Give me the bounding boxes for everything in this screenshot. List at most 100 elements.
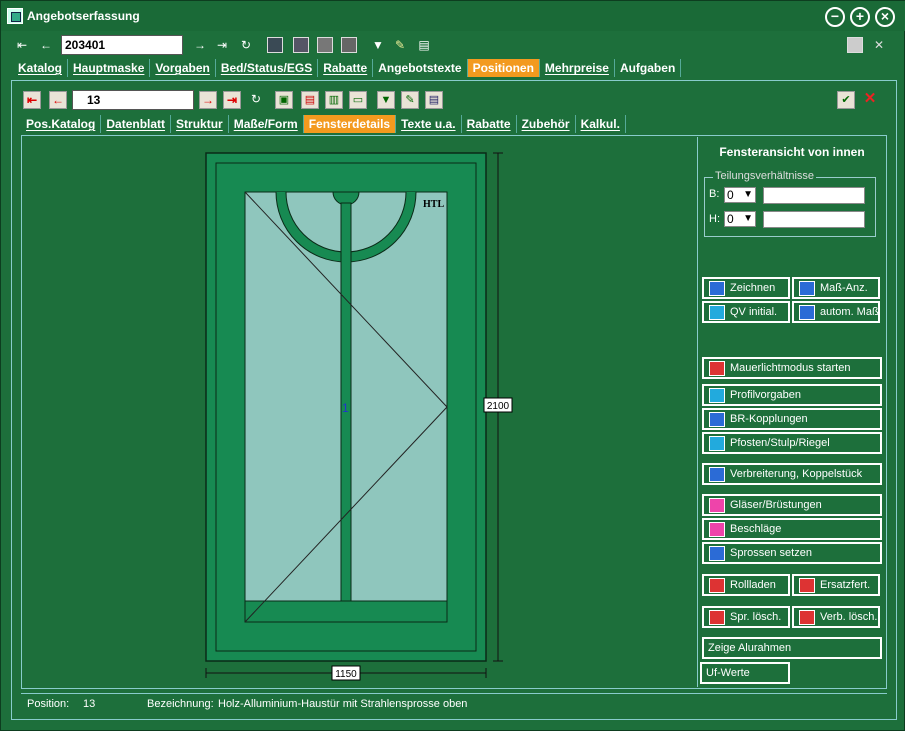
profilvorgaben-button[interactable]: Profilvorgaben: [702, 384, 882, 406]
tab-pos-katalog[interactable]: Pos.Katalog: [21, 115, 102, 133]
h-select-value: 0: [727, 212, 734, 226]
mass-anz-button[interactable]: Maß-Anz.: [792, 277, 880, 299]
filter-icon[interactable]: ▼: [371, 37, 385, 53]
sub-tab-bar: Pos.Katalog Datenblatt Struktur Maße/For…: [21, 115, 626, 133]
last-record-icon[interactable]: ⇥: [215, 37, 229, 53]
width-label: 1150: [335, 669, 357, 680]
transom-bar: [244, 600, 448, 623]
h-ratio-input[interactable]: [763, 211, 865, 228]
ersatzfert-button[interactable]: Ersatzfert.: [792, 574, 880, 596]
folder-position-icon[interactable]: ▭: [349, 91, 367, 109]
print-icon[interactable]: ▤: [417, 37, 431, 53]
refresh-position-icon[interactable]: ↻: [249, 91, 263, 107]
sprossen-button[interactable]: Sprossen setzen: [702, 542, 882, 564]
division-ratio-group: Teilungsverhältnisse B: 0 ▼ H: 0 ▼: [704, 170, 876, 237]
minimize-button[interactable]: −: [825, 7, 845, 27]
autom-mass-button[interactable]: autom. Maß: [792, 301, 880, 323]
maximize-button[interactable]: +: [850, 7, 870, 27]
tab-zubehoer[interactable]: Zubehör: [517, 115, 576, 133]
last-position-icon[interactable]: ⇥: [223, 91, 241, 109]
first-record-icon[interactable]: ⇤: [15, 37, 29, 53]
muntin-icon: [709, 546, 725, 561]
tab-fensterdetails[interactable]: Fensterdetails: [303, 115, 397, 133]
edit-filter-icon[interactable]: ✎: [393, 37, 407, 53]
tab-positionen[interactable]: Positionen: [467, 59, 540, 77]
confirm-icon[interactable]: ✔: [837, 91, 855, 109]
hardware-icon: [709, 522, 725, 537]
tab-katalog[interactable]: Katalog: [13, 59, 69, 77]
chevron-down-icon: ▼: [743, 189, 753, 200]
duplicate-icon[interactable]: [317, 37, 333, 53]
b-select[interactable]: 0 ▼: [724, 187, 756, 203]
pfosten-button[interactable]: Pfosten/Stulp/Riegel: [702, 432, 882, 454]
tab-rabatte-pos[interactable]: Rabatte: [462, 115, 517, 133]
tab-mehrpreise[interactable]: Mehrpreise: [540, 59, 615, 77]
tools-icon[interactable]: ✕: [871, 37, 887, 53]
verb-loesch-button[interactable]: Verb. lösch.: [792, 606, 880, 628]
glaeser-button[interactable]: Gläser/Brüstungen: [702, 494, 882, 516]
position-number-field[interactable]: 13: [72, 90, 194, 110]
chevron-down-icon: ▼: [743, 213, 753, 224]
app-icon: [7, 8, 23, 24]
edit-filter-position-icon[interactable]: ✎: [401, 91, 419, 109]
print-position-icon[interactable]: ▤: [425, 91, 443, 109]
next-record-icon[interactable]: →: [193, 37, 207, 53]
window-title: Angebotserfassung: [27, 9, 140, 23]
br-kopplungen-button[interactable]: BR-Kopplungen: [702, 408, 882, 430]
first-position-icon[interactable]: ⇤: [23, 91, 41, 109]
folder-icon[interactable]: [341, 37, 357, 53]
coupling-icon: [709, 412, 725, 427]
beschlaege-button[interactable]: Beschläge: [702, 518, 882, 540]
tab-masse-form[interactable]: Maße/Form: [229, 115, 304, 133]
tab-aufgaben[interactable]: Aufgaben: [615, 59, 682, 77]
uf-werte-button[interactable]: Uf-Werte: [700, 662, 790, 684]
b-ratio-input[interactable]: [763, 187, 865, 204]
delete-extension-icon: [799, 610, 815, 625]
qv-initial-button[interactable]: QV initial.: [702, 301, 790, 323]
zeichnen-button[interactable]: Zeichnen: [702, 277, 790, 299]
tab-hauptmaske[interactable]: Hauptmaske: [68, 59, 151, 77]
b-select-value: 0: [727, 188, 734, 202]
view-title: Fensteransicht von innen: [719, 145, 865, 159]
copy-position-icon[interactable]: ▣: [275, 91, 293, 109]
dimension-icon: [799, 281, 815, 296]
b-label: B:: [709, 188, 720, 200]
tab-datenblatt[interactable]: Datenblatt: [101, 115, 172, 133]
height-dimension: 2100: [483, 152, 513, 662]
delete-muntin-icon: [709, 610, 725, 625]
glass-icon: [709, 498, 725, 513]
copy-icon[interactable]: [267, 37, 283, 53]
tab-rabatte[interactable]: Rabatte: [318, 59, 374, 77]
record-number-field[interactable]: 203401: [61, 35, 183, 55]
tab-kalkul[interactable]: Kalkul.: [576, 115, 626, 133]
h-label: H:: [709, 213, 720, 225]
verbreiterung-button[interactable]: Verbreiterung, Koppelstück: [702, 463, 882, 485]
duplicate-position-icon[interactable]: ▥: [325, 91, 343, 109]
draw-icon: [709, 281, 725, 296]
previous-position-icon[interactable]: ←: [49, 91, 67, 109]
tab-angebotstexte[interactable]: Angebotstexte: [373, 59, 468, 77]
rollladen-button[interactable]: Rollladen: [702, 574, 790, 596]
mauerlicht-button[interactable]: Mauerlichtmodus starten: [702, 357, 882, 379]
cancel-icon[interactable]: ✕: [861, 91, 879, 107]
refresh-icon[interactable]: ↻: [239, 37, 253, 53]
tab-vorgaben[interactable]: Vorgaben: [150, 59, 216, 77]
profile-icon: [709, 388, 725, 403]
status-position-value: 13: [83, 698, 96, 710]
window-drawing[interactable]: HTL 1 2100 1150: [23, 137, 695, 687]
spr-loesch-button[interactable]: Spr. lösch.: [702, 606, 790, 628]
tab-texte[interactable]: Texte u.a.: [396, 115, 462, 133]
main-tab-bar: Katalog Hauptmaske Vorgaben Bed/Status/E…: [13, 59, 682, 77]
filter-position-icon[interactable]: ▼: [377, 91, 395, 109]
checklist-icon[interactable]: [847, 37, 863, 53]
alurahmen-button[interactable]: Zeige Alurahmen: [702, 637, 882, 659]
mullion-icon: [709, 436, 725, 451]
previous-record-icon[interactable]: ←: [39, 37, 53, 53]
document-icon[interactable]: [293, 37, 309, 53]
close-button[interactable]: ×: [875, 7, 895, 27]
tab-struktur[interactable]: Struktur: [171, 115, 229, 133]
new-position-icon[interactable]: ▤: [301, 91, 319, 109]
tab-bed-status-egs[interactable]: Bed/Status/EGS: [216, 59, 319, 77]
next-position-icon[interactable]: →: [199, 91, 217, 109]
h-select[interactable]: 0 ▼: [724, 211, 756, 227]
